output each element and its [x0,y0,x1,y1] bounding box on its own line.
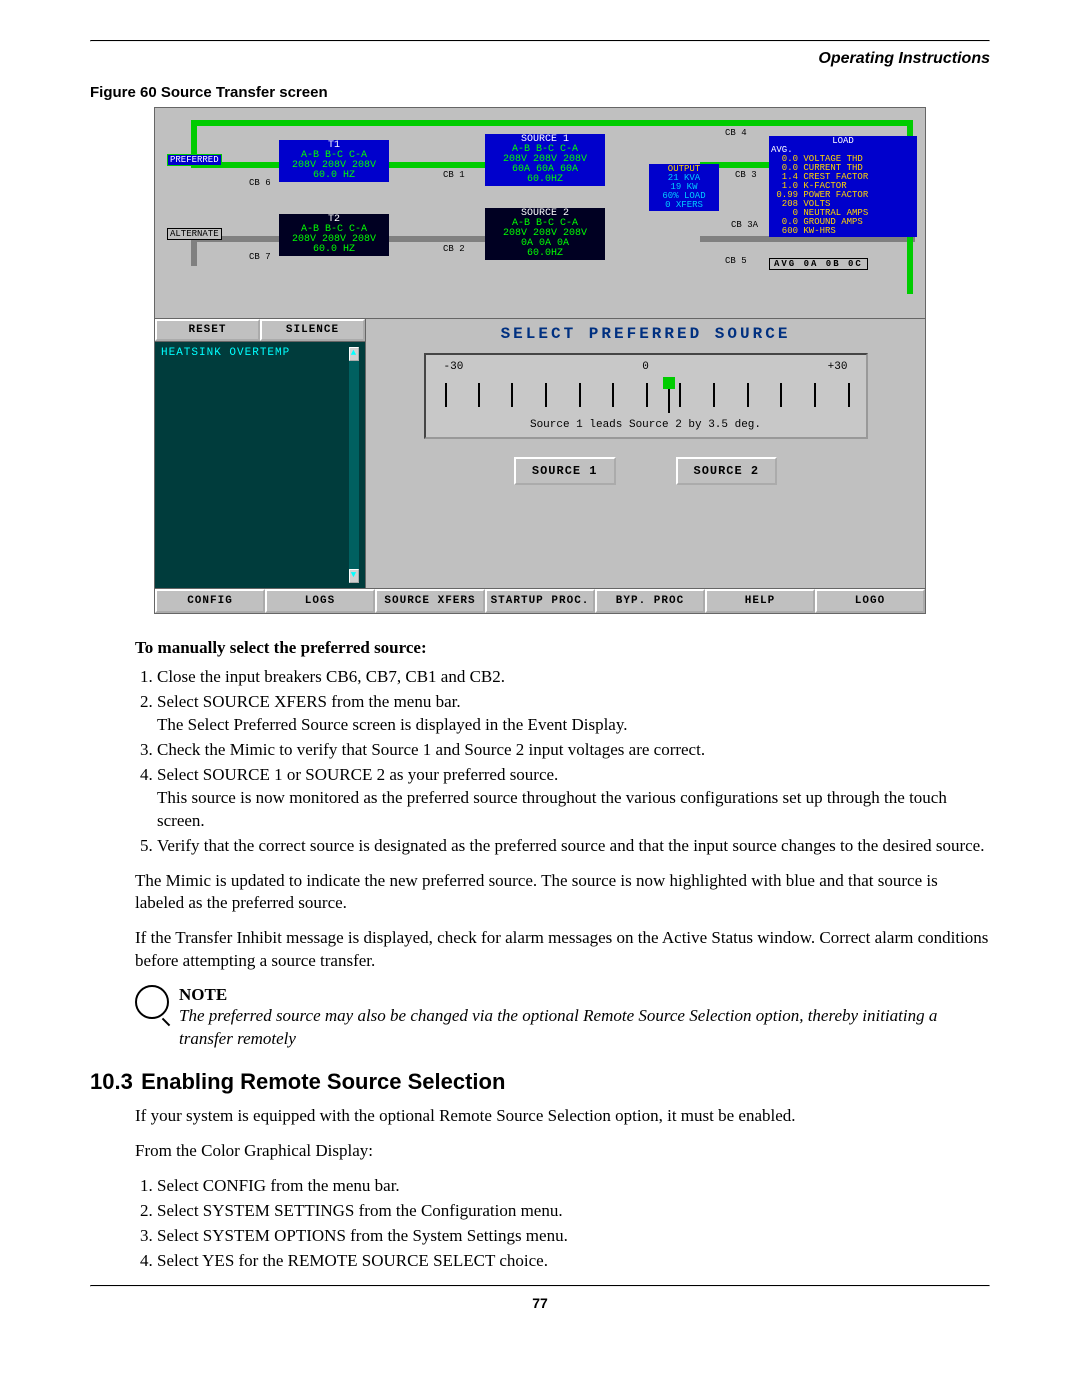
scale-left: -30 [444,361,464,373]
page-header: Operating Instructions [90,50,990,68]
section-heading: 10.3 Enabling Remote Source Selection [90,1069,990,1095]
load-line: 600 KW-HRS [771,227,915,236]
select-source-panel: SELECT PREFERRED SOURCE -30 0 +30 [366,318,925,588]
note-heading: NOTE [179,985,990,1005]
event-column: RESET SILENCE HEATSINK OVERTEMP ▲ ▼ [155,318,366,588]
scroll-track[interactable] [349,361,359,569]
t1-freq: 60.0 HZ [281,171,387,181]
source2-freq: 60.0HZ [487,249,603,259]
silence-button[interactable]: SILENCE [260,319,365,341]
menu-bar: CONFIG LOGS SOURCE XFERS STARTUP PROC. B… [155,588,925,613]
source1-block: SOURCE 1 A-B B-C C-A 208V 208V 208V 60A … [485,134,605,186]
paragraph: If your system is equipped with the opti… [135,1105,990,1128]
source2-block: SOURCE 2 A-B B-C C-A 208V 208V 208V 0A 0… [485,208,605,260]
paragraph: From the Color Graphical Display: [135,1140,990,1163]
scroll-up-icon[interactable]: ▲ [349,347,359,361]
list-text: This source is now monitored as the pref… [157,788,947,830]
list-item: Check the Mimic to verify that Source 1 … [157,739,990,762]
cb5-label: CB 5 [725,256,747,266]
reset-button[interactable]: RESET [155,319,260,341]
figure-caption: Figure 60 Source Transfer screen [90,84,990,101]
list-item: Select SYSTEM SETTINGS from the Configur… [157,1200,990,1223]
t2-freq: 60.0 HZ [281,245,387,255]
tab-startup-proc[interactable]: STARTUP PROC. [485,589,595,613]
magnifier-icon [135,985,169,1019]
phase-indicator: -30 0 +30 [424,353,868,439]
output-xfers: 0 XFERS [651,201,717,210]
list-item: Select SOURCE 1 or SOURCE 2 as your pref… [157,764,990,833]
list-item: Select SOURCE XFERS from the menu bar. T… [157,691,990,737]
t1-block: T1 A-B B-C C-A 208V 208V 208V 60.0 HZ [279,140,389,182]
list-text: The Select Preferred Source screen is di… [157,715,628,734]
note-text: The preferred source may also be changed… [179,1005,990,1051]
alarm-message: HEATSINK OVERTEMP [161,347,345,583]
source1-freq: 60.0HZ [487,175,603,185]
cb3-label: CB 3 [735,170,757,180]
load-phase-row[interactable]: AVG 0A 0B 0C [769,258,868,270]
section-number: 10.3 [90,1069,135,1095]
tab-help[interactable]: HELP [705,589,815,613]
alternate-tag: ALTERNATE [167,228,222,240]
list-text: Select SOURCE 1 or SOURCE 2 as your pref… [157,765,558,784]
instruction-heading: To manually select the preferred source: [135,638,990,658]
paragraph: If the Transfer Inhibit message is displ… [135,927,990,973]
scale-mid: 0 [642,361,649,373]
list-item: Verify that the correct source is design… [157,835,990,858]
select-source-title: SELECT PREFERRED SOURCE [501,319,791,353]
phase-marker-icon [663,377,675,389]
phase-note: Source 1 leads Source 2 by 3.5 deg. [436,419,856,431]
output-block: OUTPUT 21 KVA 19 KW 60% LOAD 0 XFERS [649,164,719,211]
cb2-label: CB 2 [443,244,465,254]
mimic-panel: PREFERRED ALTERNATE T1 A-B B-C C-A 208V … [155,108,925,318]
list-item: Close the input breakers CB6, CB7, CB1 a… [157,666,990,689]
load-block: LOAD AVG. 0.0 VOLTAGE THD 0.0 CURRENT TH… [769,136,917,237]
list-item: Select CONFIG from the menu bar. [157,1175,990,1198]
cb3a-label: CB 3A [731,220,758,230]
scroll-down-icon[interactable]: ▼ [349,569,359,583]
section-list: Select CONFIG from the menu bar. Select … [135,1175,990,1273]
cb1-label: CB 1 [443,170,465,180]
source2-button[interactable]: SOURCE 2 [676,457,778,485]
tab-config[interactable]: CONFIG [155,589,265,613]
tab-logo[interactable]: LOGO [815,589,925,613]
cb4-label: CB 4 [725,128,747,138]
phase-tick-scale [444,377,848,413]
source1-button[interactable]: SOURCE 1 [514,457,616,485]
note-block: NOTE The preferred source may also be ch… [135,985,990,1051]
instruction-list: Close the input breakers CB6, CB7, CB1 a… [135,666,990,858]
section-title: Enabling Remote Source Selection [141,1069,505,1094]
tab-byp-proc[interactable]: BYP. PROC [595,589,705,613]
scale-right: +30 [828,361,848,373]
tab-source-xfers[interactable]: SOURCE XFERS [375,589,485,613]
list-item: Select SYSTEM OPTIONS from the System Se… [157,1225,990,1248]
paragraph: The Mimic is updated to indicate the new… [135,870,990,916]
cb7-label: CB 7 [249,252,271,262]
list-text: Select SOURCE XFERS from the menu bar. [157,692,461,711]
tab-logs[interactable]: LOGS [265,589,375,613]
preferred-tag: PREFERRED [167,154,222,166]
list-item: Select YES for the REMOTE SOURCE SELECT … [157,1250,990,1273]
t2-block: T2 A-B B-C C-A 208V 208V 208V 60.0 HZ [279,214,389,256]
page-number: 77 [90,1295,990,1311]
cb6-label: CB 6 [249,178,271,188]
event-scrollbar[interactable]: ▲ ▼ [349,347,359,583]
source-transfer-screen: PREFERRED ALTERNATE T1 A-B B-C C-A 208V … [154,107,926,614]
